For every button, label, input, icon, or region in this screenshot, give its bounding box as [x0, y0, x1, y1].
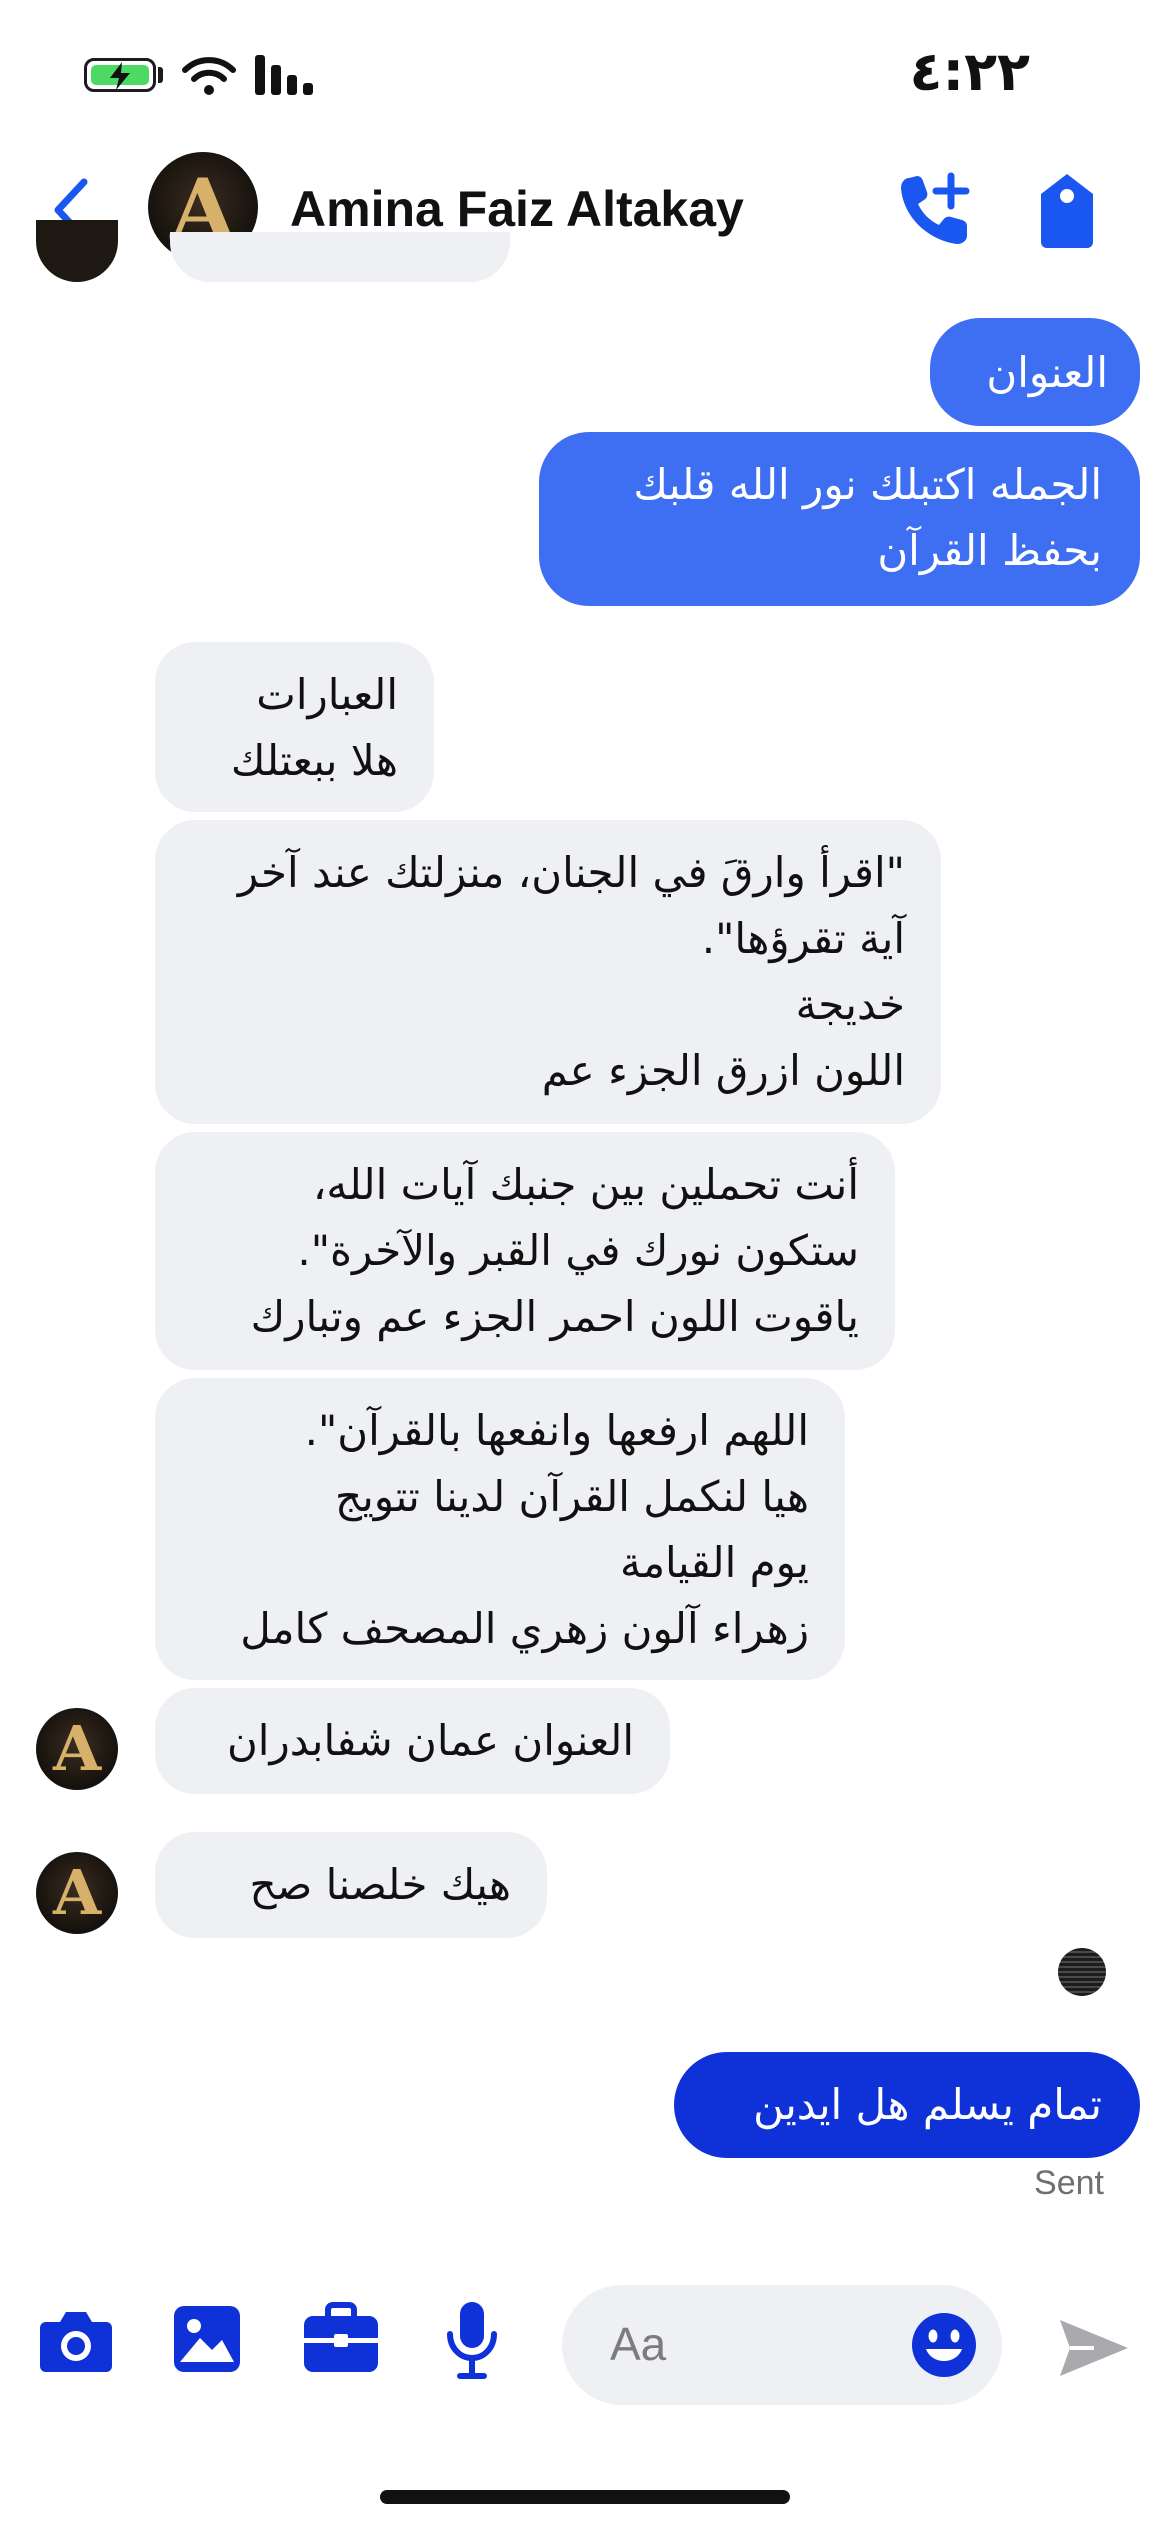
- battery-charging-icon: [84, 58, 156, 92]
- wifi-icon: [182, 57, 236, 95]
- message-bubble-incoming[interactable]: أنت تحملين بين جنبك آيات الله، ستكون نور…: [155, 1132, 895, 1370]
- message-text: تمام يسلم هل ايدين: [753, 2080, 1102, 2129]
- message-composer: Aa: [0, 2270, 1170, 2430]
- status-bar: ٤:٢٢: [0, 0, 1170, 150]
- message-bubble-incoming[interactable]: العنوان عمان شفابدران: [155, 1688, 670, 1794]
- message-text: "اقرأ وارقَ في الجنان، منزلتك عند آخر آي…: [237, 848, 905, 1095]
- message-bubble-outgoing[interactable]: الجمله اكتبلك نور الله قلبك بحفظ القرآن: [539, 432, 1140, 606]
- message-text: هيك خلصنا صح: [249, 1860, 511, 1909]
- phone-add-icon[interactable]: [895, 170, 975, 250]
- message-bubble-incoming[interactable]: هيك خلصنا صح: [155, 1832, 547, 1938]
- message-bubble-partial: [170, 232, 510, 282]
- seen-indicator-avatar: [1058, 1948, 1106, 1996]
- microphone-icon[interactable]: [444, 2300, 500, 2380]
- message-input-placeholder: Aa: [610, 2318, 667, 2370]
- message-text: العبارات هلا ببعتلك: [230, 670, 398, 785]
- message-text: أنت تحملين بين جنبك آيات الله، ستكون نور…: [250, 1160, 859, 1341]
- message-bubble-outgoing[interactable]: العنوان: [930, 318, 1140, 426]
- avatar-letter: A: [52, 1856, 102, 1929]
- clock: ٤:٢٢: [909, 40, 1030, 103]
- message-text: العنوان عمان شفابدران: [226, 1716, 634, 1765]
- avatar[interactable]: A: [36, 1708, 118, 1790]
- contact-name[interactable]: Amina Faiz Altakay: [290, 180, 744, 238]
- avatar-letter: A: [52, 1712, 102, 1785]
- delivery-status: Sent: [1034, 2164, 1104, 2202]
- cellular-signal-icon: [255, 55, 313, 95]
- briefcase-icon[interactable]: [302, 2302, 380, 2374]
- message-input[interactable]: Aa: [562, 2285, 1002, 2405]
- image-icon[interactable]: [172, 2304, 242, 2374]
- avatar[interactable]: A: [36, 1852, 118, 1934]
- message-bubble-incoming[interactable]: اللهم ارفعها وانفعها بالقرآن". هيا لنكمل…: [155, 1378, 845, 1680]
- send-icon[interactable]: [1058, 2316, 1130, 2380]
- battery-nub: [158, 67, 163, 83]
- tag-icon[interactable]: [1035, 170, 1099, 250]
- message-bubble-outgoing[interactable]: تمام يسلم هل ايدين: [674, 2052, 1140, 2158]
- message-text: اللهم ارفعها وانفعها بالقرآن". هيا لنكمل…: [240, 1406, 809, 1653]
- camera-icon[interactable]: [38, 2308, 114, 2374]
- message-bubble-incoming[interactable]: "اقرأ وارقَ في الجنان، منزلتك عند آخر آي…: [155, 820, 941, 1124]
- message-text: العنوان: [986, 348, 1108, 397]
- message-bubble-incoming[interactable]: العبارات هلا ببعتلك: [155, 642, 434, 812]
- smiley-icon[interactable]: [910, 2311, 978, 2379]
- avatar-partial: [36, 220, 118, 282]
- home-indicator[interactable]: [380, 2490, 790, 2504]
- message-text: الجمله اكتبلك نور الله قلبك بحفظ القرآن: [633, 460, 1102, 575]
